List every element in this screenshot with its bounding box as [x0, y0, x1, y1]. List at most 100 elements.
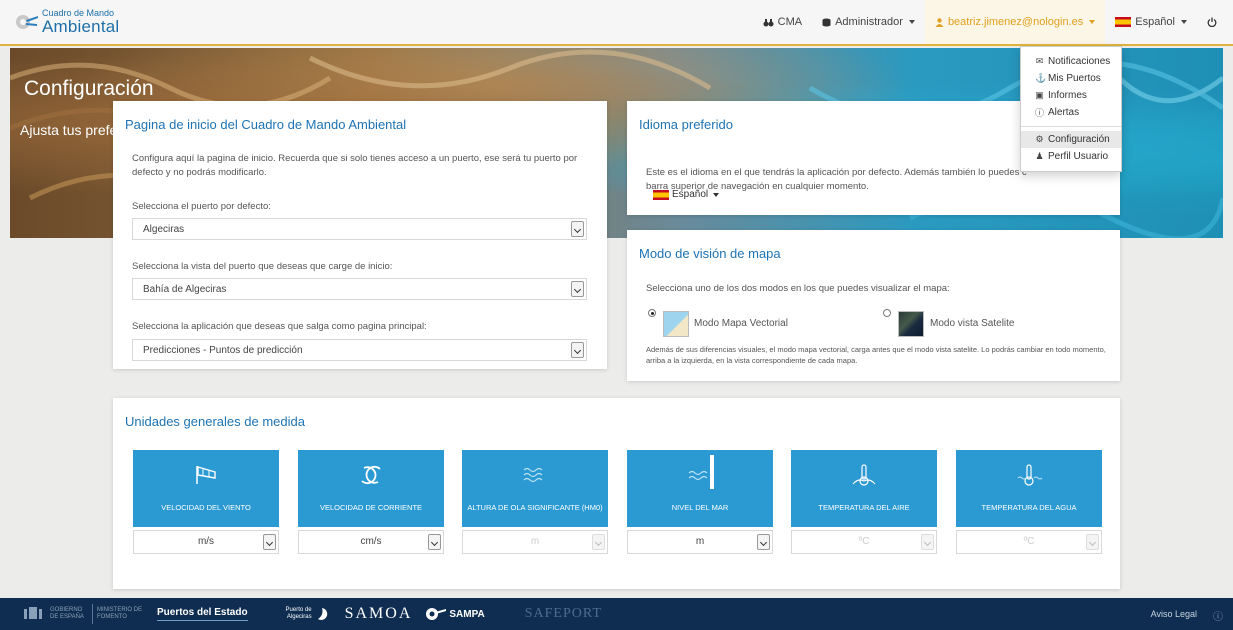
nav-cma[interactable]: CMA — [753, 0, 812, 44]
info-icon[interactable]: ⓘ — [1213, 608, 1223, 623]
aviso-legal-label: Aviso Legal — [1150, 609, 1197, 619]
nav-user-label: beatriz.jimenez@nologin.es — [947, 16, 1084, 28]
app-logo[interactable]: Cuadro de Mando Ambiental — [14, 9, 119, 35]
port-select[interactable]: Algeciras — [132, 218, 587, 240]
unit-select-velocidad-viento[interactable]: m/s — [133, 530, 279, 554]
view-select-value: Bahía de Algeciras — [143, 283, 227, 295]
home-page-card: Pagina de inicio del Cuadro de Mando Amb… — [113, 101, 607, 369]
gobierno-logo[interactable]: GOBIERNO DE ESPAÑA — [22, 605, 88, 623]
report-icon: ▣ — [1035, 90, 1044, 100]
vector-mode-label: Modo Mapa Vectorial — [694, 318, 788, 329]
aviso-legal-link[interactable]: Aviso Legal — [1151, 609, 1197, 619]
app-select[interactable]: Predicciones - Puntos de predicción — [132, 339, 587, 361]
unit-tile-velocidad-viento: VELOCIDAD DEL VIENTO — [133, 450, 279, 527]
menu-item-informes[interactable]: ▣ Informes — [1021, 87, 1121, 104]
unit-select-temperatura-aire[interactable]: ºC — [791, 530, 937, 554]
satellite-mode-option[interactable]: Modo vista Satelite — [881, 308, 1051, 338]
logout-button[interactable] — [1197, 0, 1233, 44]
spain-flag-icon — [653, 189, 669, 200]
footer: GOBIERNO DE ESPAÑA MINISTERIO DE FOMENTO… — [0, 598, 1233, 630]
database-icon — [822, 18, 831, 26]
unit-tile-label: TEMPERATURA DEL AIRE — [818, 503, 910, 512]
unit-select-value: m — [530, 536, 540, 547]
menu-item-notificaciones[interactable]: ✉ Notificaciones — [1021, 53, 1121, 70]
menu-item-label: Configuración — [1048, 134, 1110, 145]
map-mode-card: Modo de visión de mapa Selecciona uno de… — [627, 230, 1120, 381]
puertos-del-estado-logo[interactable]: Puertos del Estado — [157, 607, 248, 621]
nav-user-menu[interactable]: beatriz.jimenez@nologin.es — [924, 0, 1106, 44]
menu-item-perfil-usuario[interactable]: ♟ Perfil Usuario — [1021, 148, 1121, 165]
language-select-value: Español — [672, 189, 709, 200]
unit-select-altura-ola[interactable]: m — [462, 530, 608, 554]
home-card-description: Configura aquí la pagina de inicio. Recu… — [132, 153, 578, 178]
menu-item-configuracion[interactable]: ⚙ Configuración — [1021, 131, 1121, 148]
view-select[interactable]: Bahía de Algeciras — [132, 278, 587, 300]
map-card-title: Modo de visión de mapa — [639, 246, 781, 261]
water-temperature-icon — [1017, 464, 1043, 486]
map-card-description: Selecciona uno de los dos modos en los q… — [646, 283, 950, 294]
samoa-logo[interactable]: SAMOA — [345, 605, 413, 623]
gear-icon: ⚙ — [1035, 134, 1044, 144]
unit-select-nivel-mar[interactable]: m — [627, 530, 773, 554]
gear-logo-icon — [426, 608, 447, 620]
home-card-title: Pagina de inicio del Cuadro de Mando Amb… — [125, 117, 407, 132]
algeciras-icon — [317, 608, 327, 620]
nav-language[interactable]: Español — [1105, 0, 1197, 44]
unit-tile-velocidad-corriente: VELOCIDAD DE CORRIENTE — [298, 450, 444, 527]
refresh-icon — [361, 465, 381, 485]
chevron-down-icon — [571, 221, 584, 237]
unit-select-value: m/s — [197, 536, 215, 547]
unit-tile-nivel-mar: NIVEL DEL MAR — [627, 450, 773, 527]
unit-select-value: m — [695, 536, 705, 547]
user-dropdown-menu: ✉ Notificaciones ⚓ Mis Puertos ▣ Informe… — [1020, 46, 1122, 172]
ministerio-label: MINISTERIO DE FOMENTO — [97, 607, 143, 620]
top-navbar: Cuadro de Mando Ambiental CMA Administra… — [0, 0, 1233, 46]
app-select-value: Predicciones - Puntos de predicción — [143, 344, 303, 356]
menu-item-mis-puertos[interactable]: ⚓ Mis Puertos — [1021, 70, 1121, 87]
gear-logo-icon — [16, 15, 38, 29]
unit-tile-altura-ola: ALTURA DE OLA SIGNIFICANTE (HM0) — [462, 450, 608, 527]
chevron-down-icon — [1086, 534, 1099, 550]
chevron-down-icon — [263, 534, 276, 550]
spain-flag-icon — [1115, 17, 1132, 27]
binoculars-icon — [763, 18, 774, 26]
vector-mode-radio[interactable] — [648, 309, 656, 317]
menu-divider — [1021, 126, 1121, 127]
footer-divider — [92, 604, 93, 624]
chevron-down-icon — [908, 20, 915, 24]
anchor-icon: ⚓ — [1035, 73, 1047, 83]
alert-icon: ⓘ — [1035, 108, 1045, 118]
sea-level-icon — [688, 455, 714, 489]
chevron-down-icon — [592, 534, 605, 550]
waves-icon — [523, 467, 543, 483]
language-select[interactable]: Español — [653, 189, 720, 200]
brand-title: Ambiental — [42, 17, 120, 36]
chevron-down-icon — [757, 534, 770, 550]
vector-mode-option[interactable]: Modo Mapa Vectorial — [646, 308, 806, 338]
menu-item-label: Mis Puertos — [1048, 73, 1101, 84]
units-card-title: Unidades generales de medida — [125, 414, 305, 429]
app-label: Selecciona la aplicación que deseas que … — [132, 321, 427, 332]
view-label: Selecciona la vista del puerto que desea… — [132, 261, 393, 272]
menu-item-label: Alertas — [1048, 107, 1080, 118]
unit-tile-temperatura-aire: TEMPERATURA DEL AIRE — [791, 450, 937, 527]
menu-item-label: Informes — [1048, 90, 1087, 101]
sampa-label: SAMPA — [449, 608, 485, 620]
port-label: Selecciona el puerto por defecto: — [132, 201, 271, 212]
menu-item-label: Perfil Usuario — [1048, 151, 1109, 162]
safeport-logo[interactable]: SAFEPORT — [525, 606, 602, 622]
unit-tile-label: VELOCIDAD DE CORRIENTE — [319, 503, 423, 512]
nav-language-label: Español — [1135, 16, 1175, 28]
unit-select-value: ºC — [1023, 536, 1035, 547]
sampa-logo[interactable]: SAMPA — [424, 606, 485, 622]
port-select-value: Algeciras — [143, 223, 185, 235]
nav-administrador-label: Administrador — [835, 16, 903, 28]
unit-select-temperatura-agua[interactable]: ºC — [956, 530, 1102, 554]
menu-item-alertas[interactable]: ⓘ Alertas — [1021, 104, 1121, 121]
puerto-algeciras-logo[interactable]: Puerto de Algeciras — [282, 607, 329, 621]
satellite-mode-radio[interactable] — [883, 309, 891, 317]
nav-administrador[interactable]: Administrador — [812, 0, 925, 44]
unit-tile-temperatura-agua: TEMPERATURA DEL AGUA — [956, 450, 1102, 527]
unit-select-velocidad-corriente[interactable]: cm/s — [298, 530, 444, 554]
menu-item-label: Notificaciones — [1048, 56, 1111, 67]
